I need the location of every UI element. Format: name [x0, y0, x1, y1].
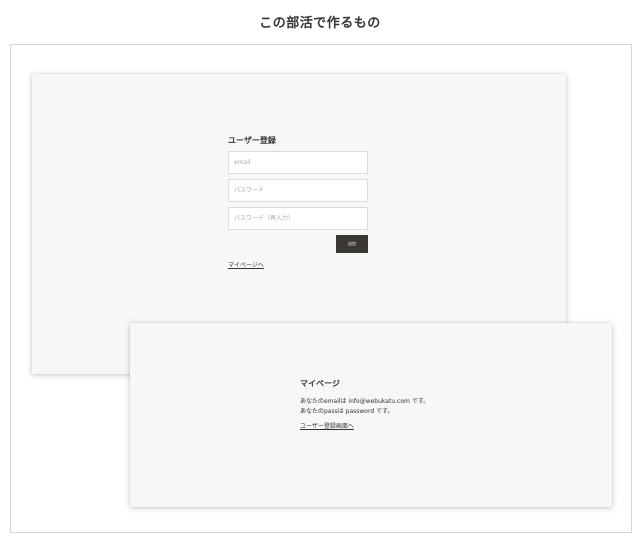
email-input[interactable]	[228, 151, 368, 174]
email-info-text: あなたのemailは info@webukatu.com です。	[300, 398, 430, 405]
mypage-card: マイページ あなたのemailは info@webukatu.com です。 あ…	[130, 323, 612, 507]
password-confirm-input[interactable]	[228, 207, 368, 230]
password-input[interactable]	[228, 179, 368, 202]
register-page-link[interactable]: ユーザー登録画面へ	[300, 421, 354, 430]
page-heading: この部活で作るもの	[259, 16, 381, 31]
mypage-title: マイページ	[300, 379, 340, 388]
submit-button[interactable]: 送信	[336, 235, 368, 253]
pass-info-text: あなたのpassは password です。	[300, 408, 394, 415]
mypage-link[interactable]: マイページへ	[228, 260, 264, 269]
register-title: ユーザー登録	[228, 136, 276, 145]
